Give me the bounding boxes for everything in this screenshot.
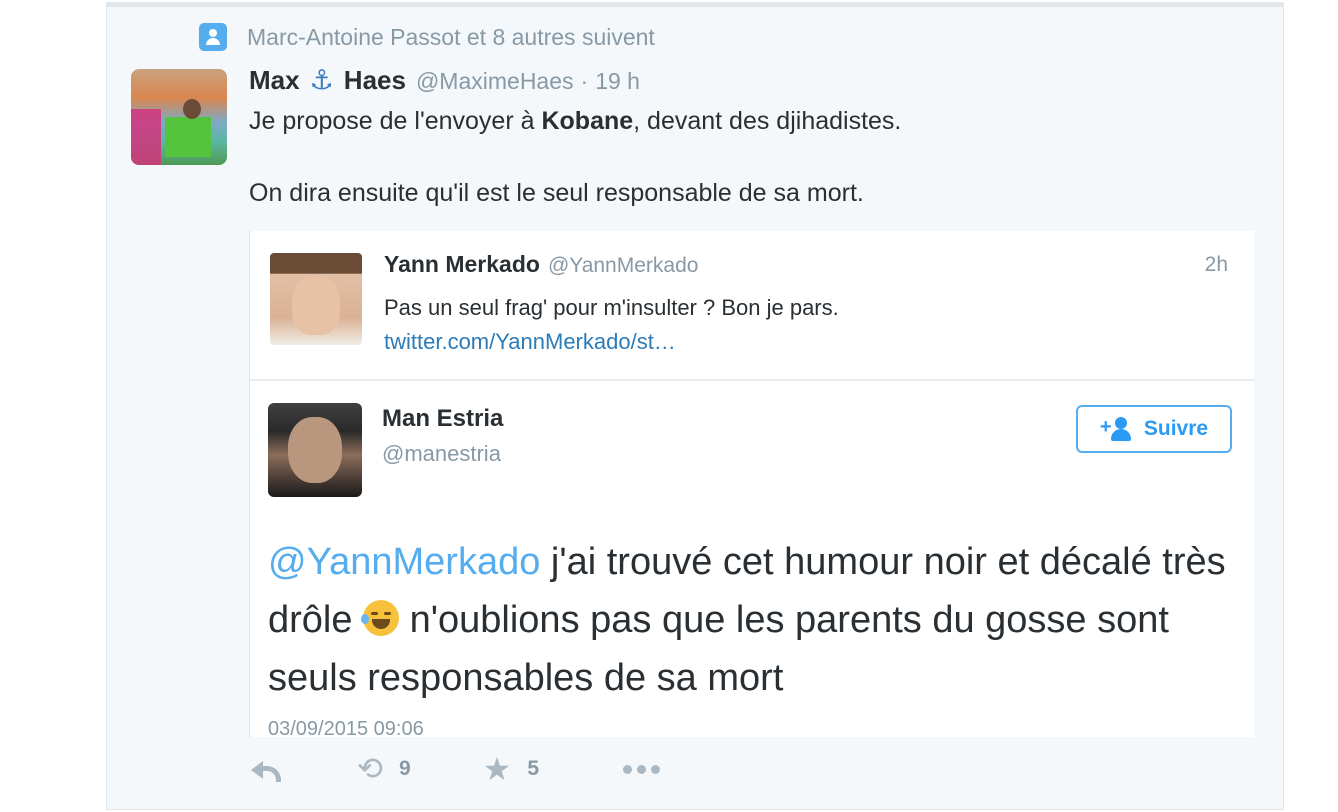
reply-button[interactable] bbox=[251, 755, 285, 783]
retweet-button[interactable]: ⟲ 9 bbox=[357, 751, 411, 786]
tweet-text-bold: Kobane bbox=[541, 107, 634, 135]
header-separator: · bbox=[580, 68, 589, 94]
social-context-text[interactable]: Marc-Antoine Passot et 8 autres suivent bbox=[247, 24, 655, 51]
favorite-button[interactable]: ★ 5 bbox=[482, 751, 540, 787]
quoted-timestamp[interactable]: 2h bbox=[1205, 253, 1228, 277]
add-user-icon: + bbox=[1100, 417, 1131, 441]
person-icon bbox=[199, 23, 227, 51]
author-handle[interactable]: @MaximeHaes bbox=[416, 68, 574, 95]
tweet-card[interactable]: Marc-Antoine Passot et 8 autres suivent … bbox=[106, 2, 1284, 810]
tweet-header: Max ⚓ Haes @MaximeHaes · 19 h bbox=[249, 65, 640, 96]
star-icon: ★ bbox=[482, 751, 512, 787]
retweet-icon: ⟲ bbox=[357, 751, 383, 786]
retweet-count: 9 bbox=[398, 757, 411, 780]
tears-of-joy-emoji-icon bbox=[361, 600, 400, 636]
more-icon bbox=[623, 764, 665, 774]
screenshot-author-handle: @manestria bbox=[382, 441, 501, 466]
tweet-text: Je propose de l'envoyer à Kobane, devant… bbox=[249, 103, 1229, 211]
author-avatar[interactable] bbox=[131, 69, 227, 165]
quoted-author-avatar[interactable] bbox=[270, 253, 362, 345]
top-divider bbox=[107, 3, 1283, 7]
screenshot-author-name: Man Estria bbox=[382, 405, 504, 432]
screenshot-author-avatar bbox=[268, 403, 362, 497]
quoted-header: Yann Merkado @YannMerkado bbox=[384, 251, 698, 278]
favorite-count: 5 bbox=[527, 757, 540, 780]
social-context: Marc-Antoine Passot et 8 autres suivent bbox=[199, 23, 655, 51]
screenshot-date: 03/09/2015 09:06 bbox=[268, 718, 424, 737]
author-name-first[interactable]: Max bbox=[249, 65, 300, 96]
screenshot-tweet-text: @YannMerkado j'ai trouvé cet humour noir… bbox=[268, 533, 1238, 707]
tweet-text-part: , devant des djihadistes. bbox=[633, 107, 902, 135]
quoted-divider bbox=[250, 379, 1254, 381]
quoted-link[interactable]: twitter.com/YannMerkado/st… bbox=[384, 325, 676, 359]
tweet-actions: ⟲ 9 ★ 5 bbox=[251, 751, 665, 787]
tweet-text-part: Je propose de l'envoyer à bbox=[249, 107, 542, 135]
reply-icon bbox=[251, 755, 285, 783]
quoted-tweet-card[interactable]: Yann Merkado @YannMerkado 2h Pas un seul … bbox=[249, 231, 1254, 737]
tweet-timestamp[interactable]: 19 h bbox=[595, 68, 640, 95]
author-name-last[interactable]: Haes bbox=[344, 65, 406, 96]
quoted-author-handle[interactable]: @YannMerkado bbox=[548, 254, 699, 277]
anchor-icon: ⚓ bbox=[309, 65, 334, 95]
follow-label: Suivre bbox=[1143, 417, 1209, 440]
more-button[interactable] bbox=[623, 764, 665, 774]
quoted-author-name[interactable]: Yann Merkado bbox=[384, 251, 540, 277]
quoted-text: Pas un seul frag' pour m'insulter ? Bon … bbox=[384, 295, 839, 320]
follow-button: + Suivre bbox=[1076, 405, 1232, 453]
mention-link: @YannMerkado bbox=[268, 541, 541, 583]
tweet-text-line2: On dira ensuite qu'il est le seul respon… bbox=[249, 179, 864, 207]
screenshot-text-part: n'oublions pas que les parents du gosse … bbox=[268, 599, 1169, 699]
